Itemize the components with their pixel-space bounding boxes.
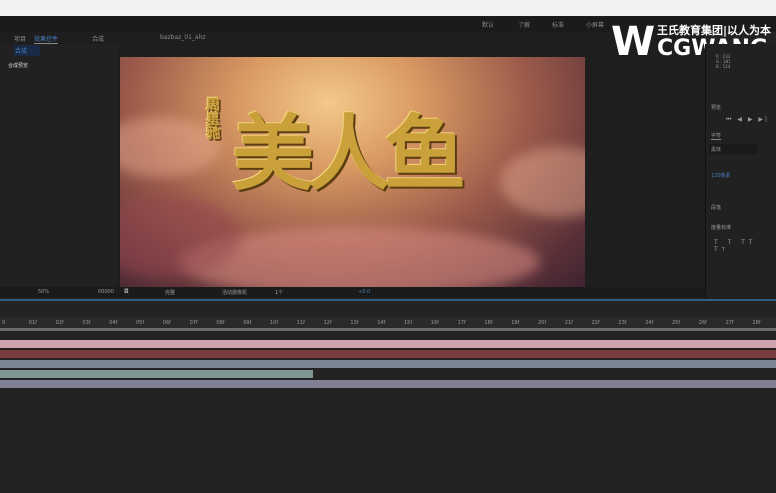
workspace-small[interactable]: 小屏幕: [586, 20, 604, 29]
workspace-learn[interactable]: 了解: [518, 20, 530, 29]
right-panel: R : 233 G : 181 B : 124 预览 ⏮ ◀ ▶ ▶| 字符 黑…: [705, 44, 776, 300]
ruler-tick: 13f: [350, 320, 359, 326]
layer-bar[interactable]: [0, 340, 776, 348]
browser-strip: [0, 0, 776, 16]
workspace-standard[interactable]: 标准: [552, 20, 564, 29]
ruler-tick: 06f: [162, 320, 171, 326]
layer-bar[interactable]: [0, 350, 776, 358]
ruler-tick: 04f: [109, 320, 118, 326]
font-size-field[interactable]: 120像素: [711, 172, 731, 179]
ruler-tick: 18f: [484, 320, 493, 326]
timecode-field[interactable]: 00000: [98, 289, 114, 295]
layer-bar[interactable]: [0, 370, 313, 378]
comp-frame[interactable]: 周星驰 美人鱼: [120, 57, 585, 287]
panel-tabs: 项目 效果控件 合成 bazbaz_01_ahz: [0, 32, 705, 44]
ruler-tick: 19f: [511, 320, 520, 326]
ruler-tick: 14f: [377, 320, 386, 326]
time-ruler[interactable]: 0 01f 02f 03f 04f 05f 06f 07f 08f 09f 10f 11f 12f 13f…: [0, 317, 776, 331]
timeline-header: [0, 301, 776, 317]
ruler-tick: 25f: [672, 320, 681, 326]
zoom-select[interactable]: 50%: [38, 289, 49, 295]
logo-mark-icon: W: [611, 19, 656, 65]
paragraph-label: 段落: [711, 205, 722, 211]
font-select[interactable]: 黑体: [709, 144, 757, 154]
snapshot-icon[interactable]: ◘: [124, 288, 129, 295]
camera-select[interactable]: 活动摄像机: [222, 289, 247, 296]
ruler-tick: 01f: [28, 320, 37, 326]
ruler-tick: 08f: [216, 320, 225, 326]
workspace-default[interactable]: 默认: [482, 20, 494, 29]
project-panel: 合成 合成预览: [0, 44, 118, 287]
ruler-tick: 11f: [296, 320, 305, 326]
layer-bar[interactable]: [0, 360, 776, 368]
ruler-tick: 09f: [243, 320, 252, 326]
quality-select[interactable]: 完整: [165, 289, 175, 296]
exposure-field[interactable]: +0.0: [358, 289, 370, 295]
project-item[interactable]: 合成: [14, 45, 40, 56]
text-style-buttons[interactable]: T T TT Tт: [714, 239, 776, 253]
ruler-tick: 27f: [725, 320, 734, 326]
project-label: 合成预览: [8, 63, 29, 69]
ruler-tick: 03f: [82, 320, 91, 326]
ruler-tick: 15f: [404, 320, 413, 326]
tab-file[interactable]: bazbaz_01_ahz: [160, 34, 206, 41]
layer-bar[interactable]: [0, 380, 776, 388]
ruler-tick: 21f: [564, 320, 573, 326]
ruler-tick: 07f: [189, 320, 198, 326]
character-tab[interactable]: 字符: [711, 132, 722, 140]
tracking-field[interactable]: 度量标准: [711, 224, 731, 231]
title-text: 美人鱼: [232, 106, 466, 202]
viewer-toolbar: 50% 00000 ◘ 完整 活动摄像机 1个 +0.0: [0, 287, 705, 298]
ruler-tick: 17f: [457, 320, 466, 326]
ruler-tick: 23f: [618, 320, 627, 326]
ruler-tick: 02f: [55, 320, 64, 326]
ruler-tick: 0: [2, 320, 6, 326]
tab-effects[interactable]: 效果控件: [34, 34, 59, 44]
ruler-tick: 05f: [136, 320, 145, 326]
info-b: B : 124: [716, 64, 731, 69]
preview-header[interactable]: 预览: [711, 104, 721, 111]
ruler-tick: 16f: [430, 320, 439, 326]
ruler-tick: 12f: [323, 320, 332, 326]
ruler-tick: 10f: [270, 320, 279, 326]
subtitle-text: 周星驰: [204, 97, 220, 139]
playback-controls[interactable]: ⏮ ◀ ▶ ▶|: [726, 116, 769, 124]
tab-composition[interactable]: 合成: [92, 34, 104, 43]
ruler-tick: 24f: [645, 320, 654, 326]
timeline-tracks: [0, 340, 776, 400]
tab-project[interactable]: 项目: [14, 34, 26, 43]
view-select[interactable]: 1个: [275, 289, 283, 296]
ruler-tick: 20f: [538, 320, 547, 326]
ruler-tick: 28f: [752, 320, 761, 326]
ruler-tick: 26f: [698, 320, 707, 326]
ruler-tick: 22f: [591, 320, 600, 326]
